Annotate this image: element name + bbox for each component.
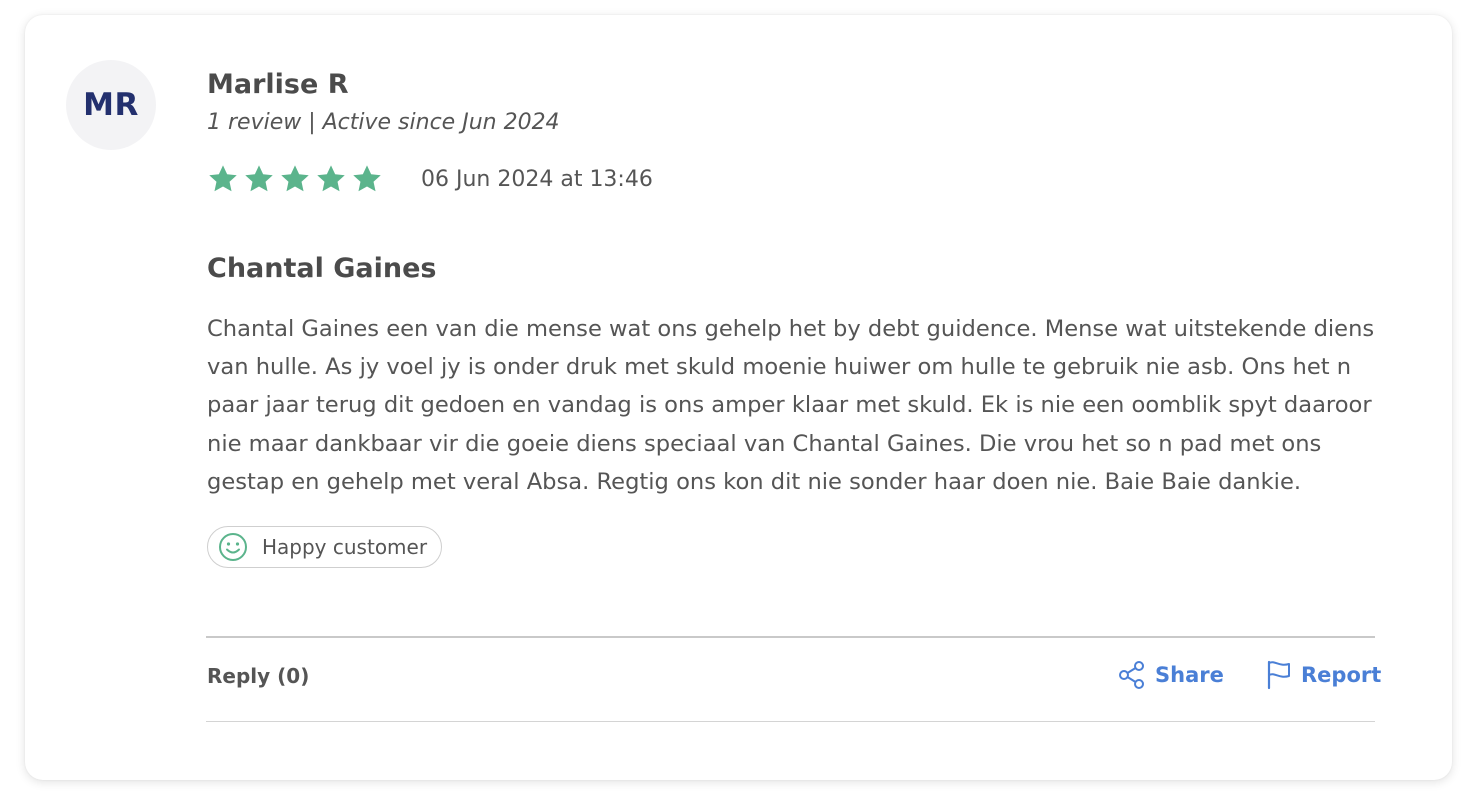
star-icon [353,165,381,192]
report-label: Report [1301,663,1382,687]
review-content: Marlise R 1 review | Active since Jun 20… [207,67,1375,569]
report-button[interactable]: Report [1265,660,1381,690]
divider [206,636,1375,638]
happy-customer-badge: Happy customer [207,526,443,569]
rating-row: 06 Jun 2024 at 13:46 [207,161,1375,197]
share-button[interactable]: Share [1117,660,1224,690]
star-icon [209,165,237,192]
author-name[interactable]: Marlise R [207,67,1375,103]
star-icon [281,165,309,192]
review-date: 06 Jun 2024 at 13:46 [421,166,653,192]
review-body: Chantal Gaines een van die mense wat ons… [207,316,1375,495]
badge-label: Happy customer [262,535,428,560]
share-icon [1119,661,1144,689]
review-title: Chantal Gaines [207,253,437,284]
star-icon [245,165,273,192]
star-rating [207,163,383,195]
author-meta: 1 review | Active since Jun 2024 [207,110,560,135]
star-icon [317,165,345,192]
share-label: Share [1155,663,1224,687]
divider [206,721,1375,722]
reply-button[interactable]: Reply (0) [207,664,309,688]
smiley-icon [219,533,247,562]
review-card: MR Marlise R 1 review | Active since Jun… [25,15,1452,780]
flag-icon [1267,660,1290,690]
avatar: MR [66,60,156,150]
